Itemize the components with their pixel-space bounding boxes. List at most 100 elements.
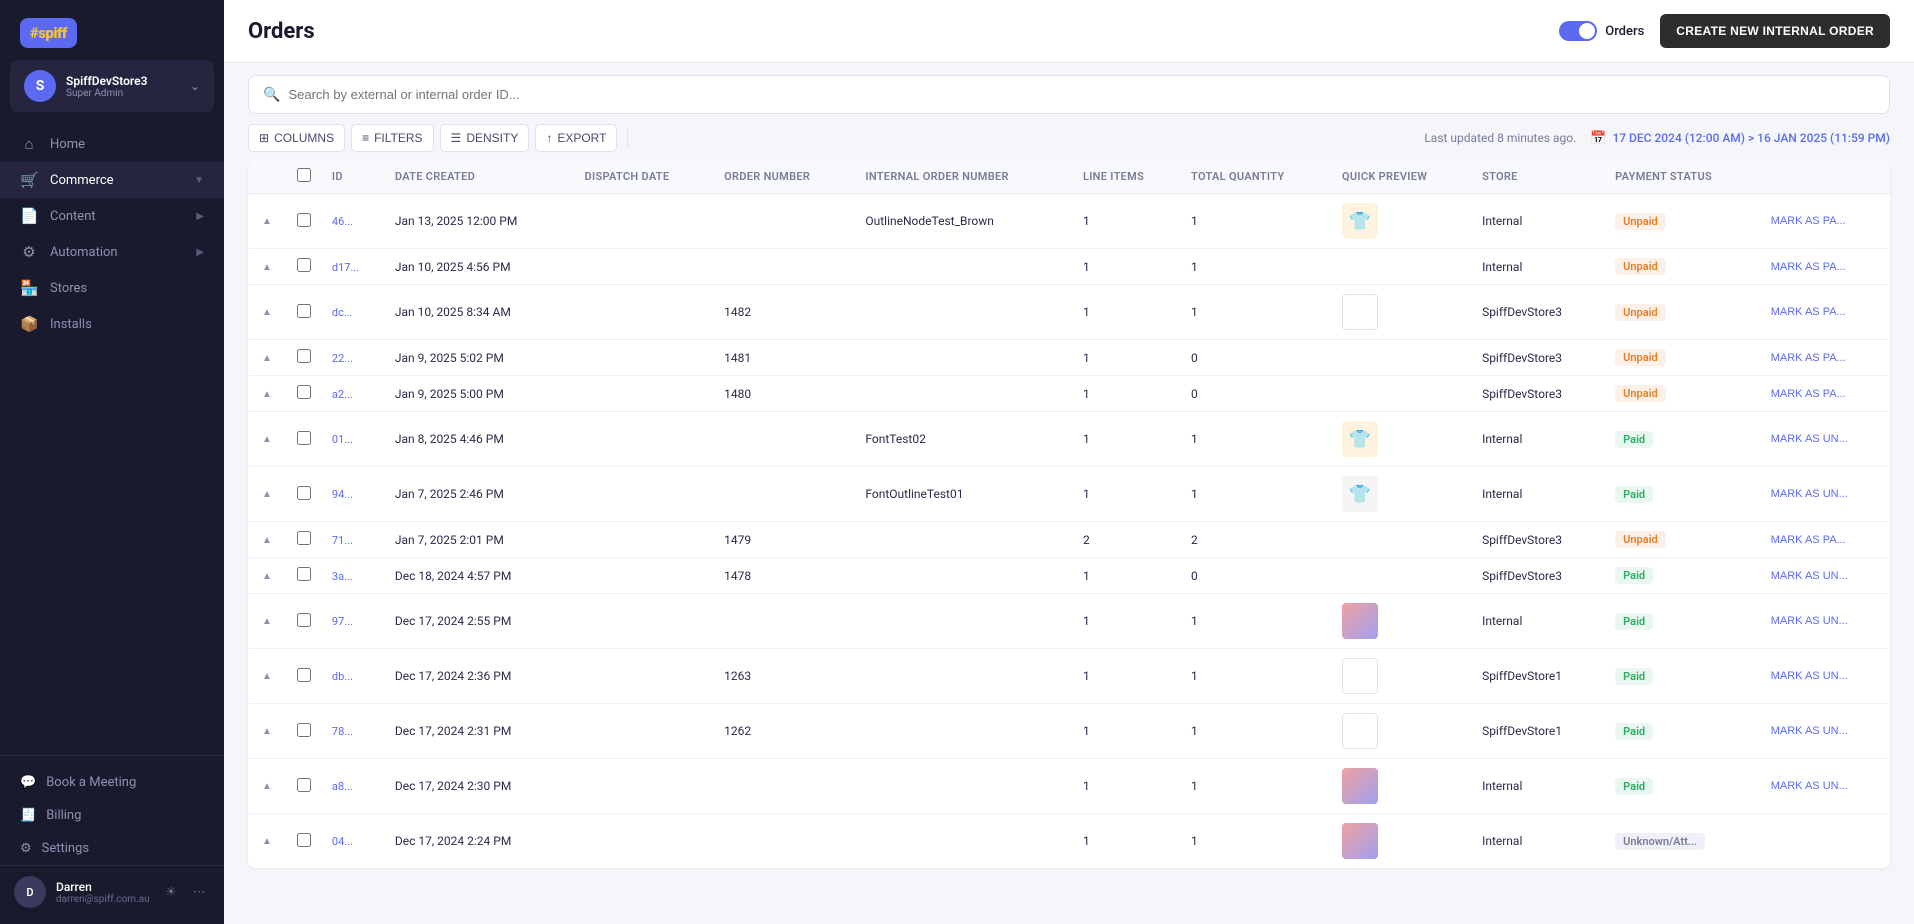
billing-button[interactable]: 🧾 Billing bbox=[0, 799, 224, 832]
expand-row-button[interactable]: ▲ bbox=[258, 834, 276, 849]
orders-toggle-label: Orders bbox=[1605, 24, 1644, 39]
row-total-quantity: 2 bbox=[1181, 522, 1332, 558]
table-row: ▲ a8... Dec 17, 2024 2:30 PM 1 1 Interna… bbox=[248, 759, 1890, 814]
row-checkbox[interactable] bbox=[297, 431, 311, 445]
mark-action-button[interactable]: MARK AS UN... bbox=[1771, 431, 1848, 447]
row-checkbox[interactable] bbox=[297, 778, 311, 792]
expand-row-button[interactable]: ▲ bbox=[258, 487, 276, 502]
book-meeting-button[interactable]: 💬 Book a Meeting bbox=[0, 766, 224, 799]
expand-row-button[interactable]: ▲ bbox=[258, 569, 276, 584]
row-checkbox[interactable] bbox=[297, 385, 311, 399]
chevron-down-icon: ⌄ bbox=[190, 79, 200, 93]
row-internal-order-number: FontTest02 bbox=[855, 412, 1073, 467]
orders-toggle-switch[interactable] bbox=[1559, 21, 1597, 41]
sidebar: #spiff S SpiffDevStore3 Super Admin ⌄ ⌂ … bbox=[0, 0, 224, 924]
sidebar-item-stores[interactable]: 🏪 Stores bbox=[0, 270, 224, 306]
row-store: SpiffDevStore3 bbox=[1472, 285, 1605, 340]
sidebar-item-content[interactable]: 📄 Content ▶ bbox=[0, 198, 224, 234]
row-checkbox[interactable] bbox=[297, 531, 311, 545]
row-checkbox[interactable] bbox=[297, 349, 311, 363]
commerce-icon: 🛒 bbox=[20, 171, 38, 189]
theme-toggle-button[interactable]: ☀ bbox=[160, 881, 182, 903]
mark-action-button[interactable]: MARK AS PA... bbox=[1771, 350, 1846, 366]
mark-action-button[interactable]: MARK AS UN... bbox=[1771, 723, 1848, 739]
mark-action-button[interactable]: MARK AS PA... bbox=[1771, 532, 1846, 548]
row-checkbox[interactable] bbox=[297, 304, 311, 318]
mark-action-button[interactable]: MARK AS UN... bbox=[1771, 568, 1848, 584]
sidebar-bottom: 💬 Book a Meeting 🧾 Billing ⚙ Settings D … bbox=[0, 755, 224, 924]
settings-button[interactable]: ⚙ Settings bbox=[0, 832, 224, 865]
row-mark-action: MARK AS UN... bbox=[1761, 649, 1890, 704]
columns-button[interactable]: ⊞ COLUMNS bbox=[248, 124, 345, 152]
table-row: ▲ a2... Jan 9, 2025 5:00 PM 1480 1 0 Spi… bbox=[248, 376, 1890, 412]
row-dispatch-date bbox=[575, 412, 715, 467]
row-check-13 bbox=[286, 814, 322, 869]
row-checkbox[interactable] bbox=[297, 213, 311, 227]
sidebar-item-label: Automation bbox=[50, 245, 118, 260]
mark-action-button[interactable]: MARK AS PA... bbox=[1771, 386, 1846, 402]
mark-action-button[interactable]: MARK AS UN... bbox=[1771, 668, 1848, 684]
row-total-quantity: 1 bbox=[1181, 649, 1332, 704]
sidebar-user-profile[interactable]: S SpiffDevStore3 Super Admin ⌄ bbox=[10, 60, 214, 112]
more-options-button[interactable]: ⋯ bbox=[188, 881, 210, 903]
row-checkbox[interactable] bbox=[297, 833, 311, 847]
sidebar-item-installs[interactable]: 📦 Installs bbox=[0, 306, 224, 342]
row-checkbox[interactable] bbox=[297, 668, 311, 682]
row-dispatch-date bbox=[575, 340, 715, 376]
expand-row-button[interactable]: ▲ bbox=[258, 724, 276, 739]
sidebar-item-commerce[interactable]: 🛒 Commerce ▼ bbox=[0, 162, 224, 198]
export-button[interactable]: ↑ EXPORT bbox=[535, 124, 617, 152]
sidebar-item-automation[interactable]: ⚙ Automation ▶ bbox=[0, 234, 224, 270]
row-expand-12: ▲ bbox=[248, 759, 286, 814]
mark-action-button[interactable]: MARK AS UN... bbox=[1771, 613, 1848, 629]
row-payment-status: Paid bbox=[1605, 704, 1761, 759]
row-check-1 bbox=[286, 249, 322, 285]
mark-action-button[interactable]: MARK AS PA... bbox=[1771, 213, 1846, 229]
expand-row-button[interactable]: ▲ bbox=[258, 305, 276, 320]
mark-action-button[interactable]: MARK AS PA... bbox=[1771, 259, 1846, 275]
bottom-user-name: Darren bbox=[56, 880, 150, 894]
search-input[interactable] bbox=[288, 76, 1875, 113]
expand-row-button[interactable]: ▲ bbox=[258, 779, 276, 794]
expand-row-button[interactable]: ▲ bbox=[258, 260, 276, 275]
density-label: DENSITY bbox=[466, 131, 518, 145]
expand-row-button[interactable]: ▲ bbox=[258, 614, 276, 629]
expand-row-button[interactable]: ▲ bbox=[258, 387, 276, 402]
row-store: Internal bbox=[1472, 412, 1605, 467]
row-payment-status: Unpaid bbox=[1605, 340, 1761, 376]
row-internal-order-number bbox=[855, 814, 1073, 869]
table-row: ▲ 46... Jan 13, 2025 12:00 PM OutlineNod… bbox=[248, 194, 1890, 249]
expand-row-button[interactable]: ▲ bbox=[258, 214, 276, 229]
row-mark-action: MARK AS UN... bbox=[1761, 467, 1890, 522]
mark-action-button[interactable]: MARK AS UN... bbox=[1771, 778, 1848, 794]
row-store: Internal bbox=[1472, 194, 1605, 249]
row-line-items: 1 bbox=[1073, 376, 1181, 412]
expand-row-button[interactable]: ▲ bbox=[258, 432, 276, 447]
expand-row-button[interactable]: ▲ bbox=[258, 533, 276, 548]
row-date-created: Jan 10, 2025 4:56 PM bbox=[385, 249, 575, 285]
select-all-checkbox[interactable] bbox=[297, 168, 311, 182]
sidebar-item-home[interactable]: ⌂ Home bbox=[0, 126, 224, 162]
row-checkbox[interactable] bbox=[297, 567, 311, 581]
sidebar-nav: ⌂ Home 🛒 Commerce ▼ 📄 Content ▶ ⚙ Automa… bbox=[0, 122, 224, 755]
mark-action-button[interactable]: MARK AS UN... bbox=[1771, 486, 1848, 502]
expand-row-button[interactable]: ▲ bbox=[258, 669, 276, 684]
row-store: Internal bbox=[1472, 759, 1605, 814]
toolbar-separator bbox=[627, 128, 628, 148]
row-dispatch-date bbox=[575, 558, 715, 594]
sidebar-item-label: Home bbox=[50, 137, 85, 152]
row-mark-action: MARK AS UN... bbox=[1761, 594, 1890, 649]
filters-button[interactable]: ≡ FILTERS bbox=[351, 124, 433, 152]
row-checkbox[interactable] bbox=[297, 723, 311, 737]
th-total-quantity: Total Quantity bbox=[1181, 160, 1332, 194]
row-checkbox[interactable] bbox=[297, 258, 311, 272]
density-button[interactable]: ☰ DENSITY bbox=[440, 124, 530, 152]
expand-row-button[interactable]: ▲ bbox=[258, 351, 276, 366]
row-checkbox[interactable] bbox=[297, 613, 311, 627]
create-new-internal-order-button[interactable]: CREATE NEW INTERNAL ORDER bbox=[1660, 14, 1890, 48]
row-check-7 bbox=[286, 522, 322, 558]
row-checkbox[interactable] bbox=[297, 486, 311, 500]
page-title: Orders bbox=[248, 19, 1543, 44]
user-role: Super Admin bbox=[66, 88, 180, 99]
mark-action-button[interactable]: MARK AS PA... bbox=[1771, 304, 1846, 320]
